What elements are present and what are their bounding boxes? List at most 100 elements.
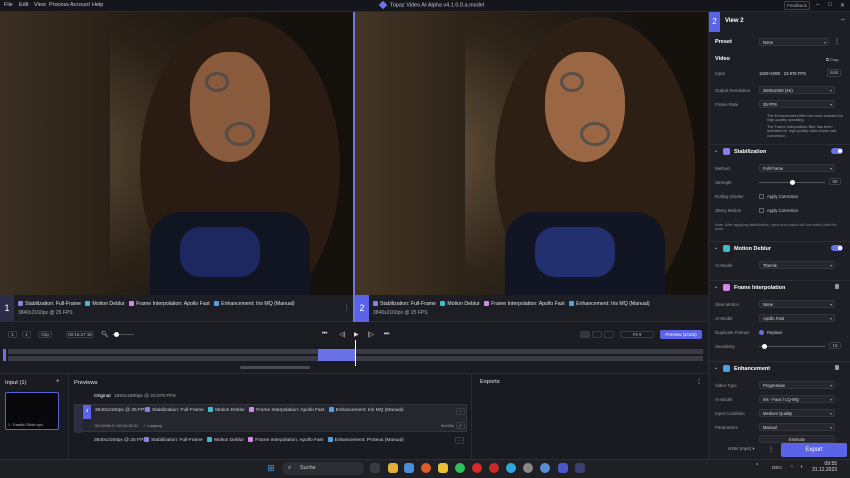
menu-process[interactable]: Process bbox=[49, 2, 69, 8]
chevron-down-icon[interactable]: ⌄ bbox=[714, 148, 718, 154]
play-icon[interactable]: ▶ bbox=[354, 331, 359, 338]
more-options-icon[interactable]: ⋮ bbox=[343, 304, 350, 312]
topaz-app-icon[interactable] bbox=[575, 463, 585, 473]
maximize-icon[interactable]: □ bbox=[828, 2, 832, 8]
tray-chevron-icon[interactable]: ^ bbox=[756, 463, 758, 469]
zoom-slider[interactable] bbox=[112, 332, 134, 337]
slow-motion-select[interactable]: None ▾ bbox=[759, 300, 835, 308]
taskbar-search[interactable]: ⌕ Suche bbox=[282, 462, 364, 475]
file-explorer-icon[interactable] bbox=[388, 463, 398, 473]
video-type-select[interactable]: Progressive ▾ bbox=[759, 381, 835, 389]
layout-side-icon[interactable] bbox=[604, 331, 614, 338]
language-indicator[interactable]: DEU bbox=[772, 465, 782, 470]
preview-enhanced[interactable] bbox=[355, 12, 708, 295]
layout-single-icon[interactable] bbox=[580, 331, 590, 338]
sensitivity-slider[interactable] bbox=[759, 344, 825, 349]
preview-range-selection[interactable] bbox=[318, 349, 356, 361]
step-back-icon[interactable]: ◁| bbox=[339, 331, 345, 338]
playhead[interactable] bbox=[355, 340, 356, 366]
step-forward-icon[interactable]: |▷ bbox=[368, 331, 374, 338]
chevron-down-icon[interactable]: ⌄ bbox=[714, 284, 718, 290]
deblur-model-select[interactable]: Themis ▾ bbox=[759, 261, 835, 269]
method-select[interactable]: Full-Frame ▾ bbox=[759, 164, 835, 172]
strength-slider[interactable] bbox=[759, 180, 825, 185]
close-icon[interactable]: ✕ bbox=[840, 2, 845, 9]
export-button[interactable]: Export bbox=[781, 443, 847, 457]
feedback-button[interactable]: Feedback bbox=[784, 1, 810, 10]
row-confirm-icon[interactable]: ✓ bbox=[456, 422, 465, 429]
timeline-scrollbar[interactable] bbox=[240, 366, 310, 369]
preview-row-2[interactable]: 3840x2160px @ 25 FPS Stabilization: Full… bbox=[74, 436, 467, 450]
menu-help[interactable]: Help bbox=[92, 2, 103, 8]
motion-deblur-toggle[interactable] bbox=[831, 245, 843, 251]
strength-slider-thumb[interactable] bbox=[790, 180, 795, 185]
menu-edit[interactable]: Edit bbox=[19, 2, 28, 8]
output-resolution-select[interactable]: 3840x2160 (4K) ▾ bbox=[759, 86, 835, 94]
volume-icon[interactable]: ◖ bbox=[800, 464, 803, 470]
edit-input-button[interactable]: Edit bbox=[827, 69, 841, 77]
preset-select[interactable]: None ▾ bbox=[759, 38, 829, 46]
layout-split-icon[interactable] bbox=[592, 331, 602, 338]
menu-view[interactable]: View bbox=[34, 2, 46, 8]
input-thumbnail[interactable]: 1 - Fassilie Glöde mp4 bbox=[5, 392, 59, 430]
collapse-panel-icon[interactable]: ⇔ bbox=[840, 17, 846, 23]
network-icon[interactable]: ◔ bbox=[790, 464, 793, 470]
speed-box-2[interactable]: 1 bbox=[22, 331, 31, 338]
menu-file[interactable]: File bbox=[4, 2, 13, 8]
parameters-select[interactable]: Manual ▾ bbox=[759, 423, 835, 431]
crop-button[interactable]: ⧉ Crop bbox=[826, 57, 839, 62]
input-condition-select[interactable]: Medium Quality ▾ bbox=[759, 409, 835, 417]
clip-button[interactable]: Clip bbox=[38, 331, 52, 338]
motion-deblur-header[interactable]: ⌄ Motion Deblur bbox=[709, 241, 850, 255]
add-input-icon[interactable]: + bbox=[56, 379, 60, 385]
app-icon-yellow[interactable] bbox=[438, 463, 448, 473]
speed-box-1[interactable]: 1 bbox=[8, 331, 17, 338]
export-settings-icon[interactable]: ⋮ bbox=[768, 446, 774, 453]
preview-button[interactable]: Preview (1/10s) bbox=[660, 330, 702, 339]
preset-menu-icon[interactable]: ⋮ bbox=[834, 38, 840, 45]
codec-select[interactable]: H264 (mp4) ▾ bbox=[728, 446, 755, 452]
skip-back-icon[interactable]: ⏮ bbox=[322, 331, 327, 338]
jittery-motion-checkbox[interactable] bbox=[759, 208, 764, 213]
zoom-select[interactable]: Fit ▾ bbox=[620, 331, 654, 338]
app-icon-photo[interactable] bbox=[540, 463, 550, 473]
fi-model-select[interactable]: Apollo Fast ▾ bbox=[759, 314, 835, 322]
stabilization-toggle[interactable] bbox=[831, 148, 843, 154]
opera-icon[interactable] bbox=[472, 463, 482, 473]
enh-model-select[interactable]: Iris - Face / LQ-MQ ▾ bbox=[759, 395, 835, 403]
preview-original[interactable] bbox=[0, 12, 353, 295]
sensitivity-slider-thumb[interactable] bbox=[762, 344, 767, 349]
app-icon-blue[interactable] bbox=[506, 463, 516, 473]
preview-row-active[interactable]: 3 3840x2160px @ 25 FPS Stabilization: Fu… bbox=[74, 404, 467, 433]
frame-interpolation-header[interactable]: ⌄ Frame Interpolation bbox=[709, 280, 850, 294]
timecode-field[interactable]: 00:16:27:18 bbox=[66, 331, 94, 338]
timeline-start-handle[interactable] bbox=[3, 349, 6, 361]
sensitivity-value[interactable]: 10 bbox=[829, 342, 841, 349]
zoom-icon[interactable]: 🔍︎ bbox=[101, 331, 109, 338]
opera-gx-icon[interactable] bbox=[489, 463, 499, 473]
topaz-video-ai-icon[interactable] bbox=[558, 463, 568, 473]
estimate-button[interactable]: Estimate bbox=[759, 435, 835, 443]
strength-value[interactable]: 50 bbox=[829, 178, 841, 185]
comparison-divider[interactable] bbox=[353, 12, 355, 322]
zoom-slider-thumb[interactable] bbox=[114, 332, 119, 337]
stabilization-header[interactable]: ⌄ Stabilization bbox=[709, 144, 850, 158]
menu-account[interactable]: Account bbox=[70, 2, 90, 8]
app-icon-grey[interactable] bbox=[523, 463, 533, 473]
enhancement-header[interactable]: ⌄ Enhancement bbox=[709, 361, 850, 375]
task-view-icon[interactable] bbox=[370, 463, 380, 473]
rolling-shutter-checkbox[interactable] bbox=[759, 194, 764, 199]
spotify-icon[interactable] bbox=[455, 463, 465, 473]
minimize-icon[interactable]: – bbox=[816, 2, 819, 8]
mail-icon[interactable] bbox=[404, 463, 414, 473]
skip-forward-icon[interactable]: ⏭ bbox=[384, 331, 389, 338]
row-more-icon[interactable]: ⋯ bbox=[456, 408, 465, 415]
frame-rate-select[interactable]: 25 FPS ▾ bbox=[759, 100, 835, 108]
exports-menu-icon[interactable]: ⋮ bbox=[696, 378, 702, 385]
chevron-down-icon[interactable]: ⌄ bbox=[714, 245, 718, 251]
row-more-icon[interactable]: ⋯ bbox=[455, 437, 464, 444]
firefox-icon[interactable] bbox=[421, 463, 431, 473]
taskbar-clock[interactable]: 09:55 31.12.2023 bbox=[812, 461, 837, 473]
duplicate-frames-radio[interactable] bbox=[759, 330, 764, 335]
chevron-down-icon[interactable]: ⌄ bbox=[714, 365, 718, 371]
